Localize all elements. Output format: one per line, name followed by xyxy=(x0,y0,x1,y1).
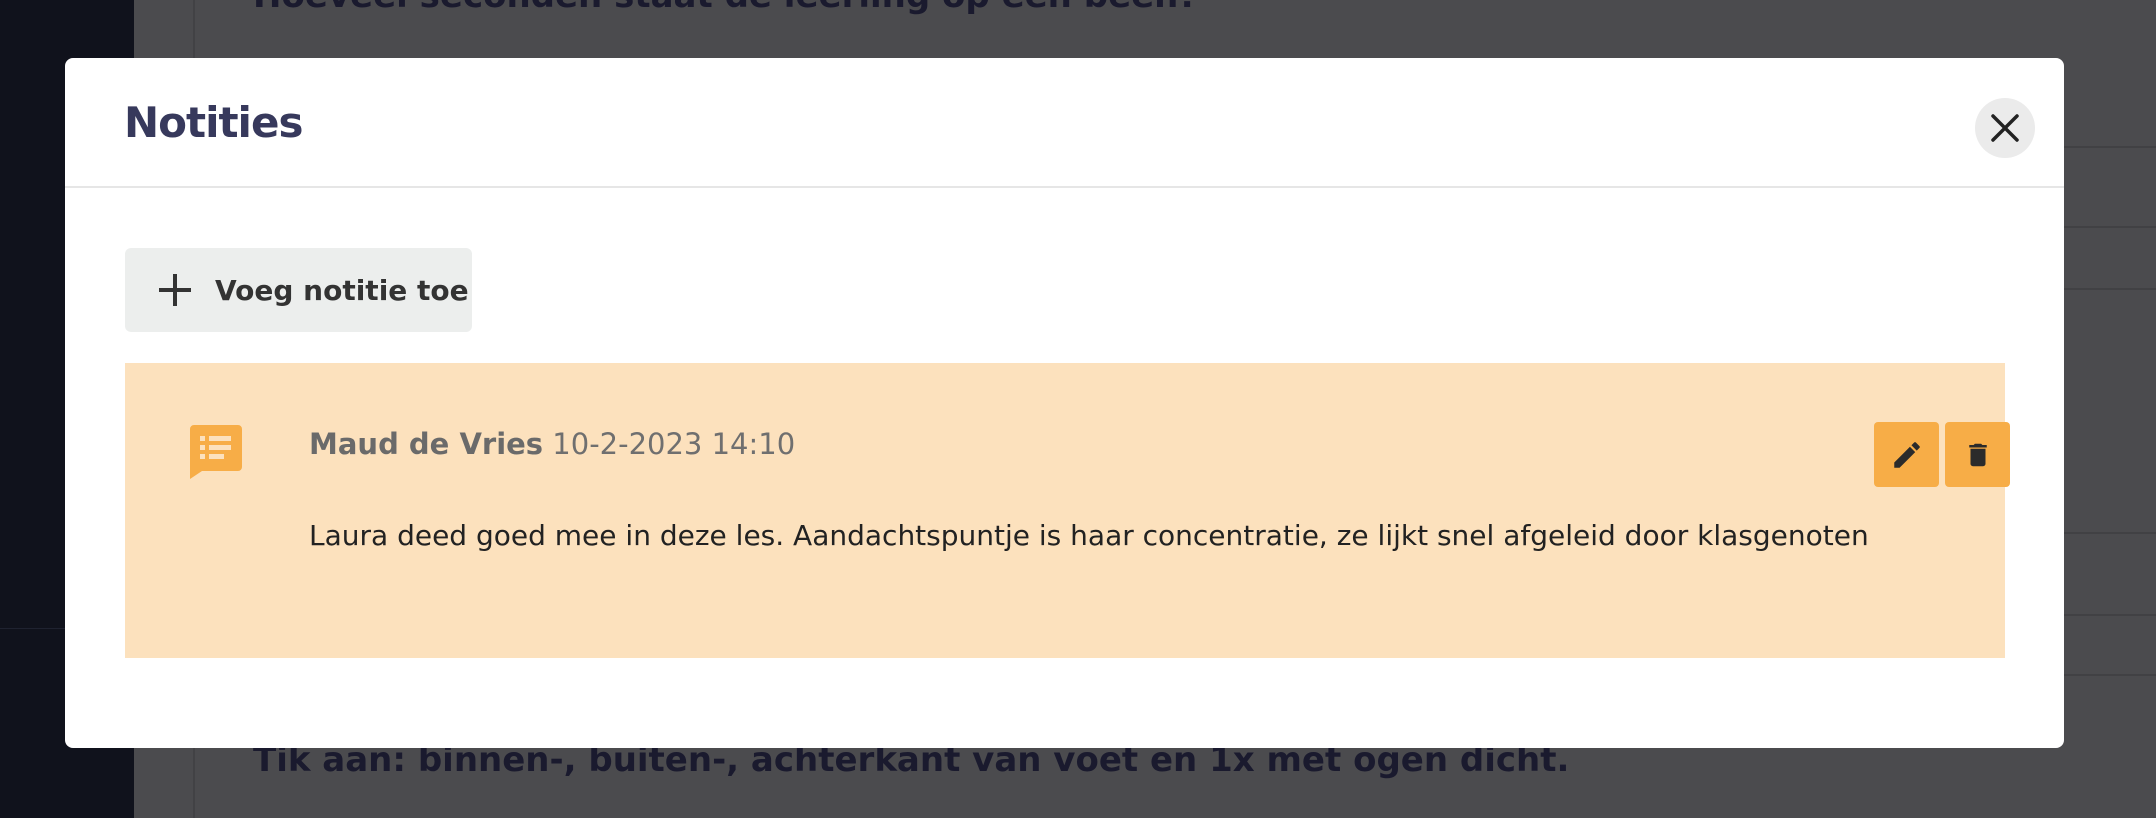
add-note-label: Voeg notitie toe xyxy=(215,273,469,307)
modal-header: Notities xyxy=(65,58,2064,188)
note-item: Maud de Vries 10-2-2023 14:10 Laura deed… xyxy=(125,363,2010,658)
close-icon xyxy=(1991,114,2019,142)
trash-icon xyxy=(1968,443,1987,466)
background-question-text: Hoeveel seconden staat de leerling op ee… xyxy=(253,0,1198,16)
edit-note-button[interactable] xyxy=(1874,422,1939,487)
modal-title: Notities xyxy=(124,98,303,147)
close-button[interactable] xyxy=(1975,98,2035,158)
note-datetime: 10-2-2023 14:10 xyxy=(552,427,796,461)
add-note-button[interactable]: Voeg notitie toe xyxy=(125,248,472,332)
plus-icon xyxy=(159,274,191,306)
note-meta: Maud de Vries 10-2-2023 14:10 xyxy=(309,427,795,461)
notes-modal: Notities Voeg notitie toe Maud de Vries xyxy=(65,58,2064,748)
note-text: Laura deed goed mee in deze les. Aandach… xyxy=(309,519,1869,552)
note-icon xyxy=(190,425,242,479)
pencil-icon xyxy=(1893,441,1920,468)
note-author: Maud de Vries xyxy=(309,427,544,461)
delete-note-button[interactable] xyxy=(1945,422,2010,487)
